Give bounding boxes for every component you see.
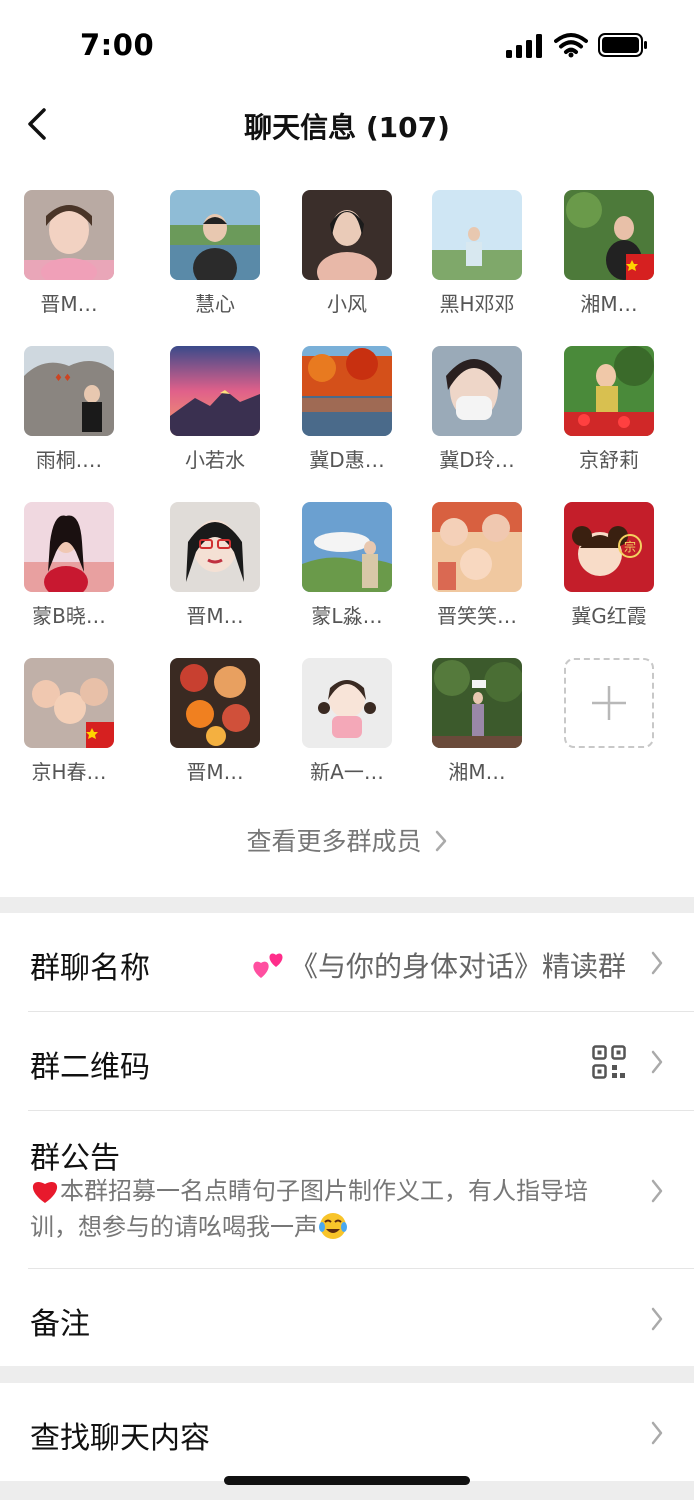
member-tile[interactable]: 蒙B晓…: [4, 502, 134, 642]
search-group: 查找聊天内容: [0, 1383, 694, 1481]
member-avatar[interactable]: [564, 190, 654, 280]
qr-code-icon: [592, 1045, 626, 1079]
member-avatar[interactable]: [302, 190, 392, 280]
member-avatar[interactable]: [24, 658, 114, 748]
group-name-row[interactable]: 群聊名称 《与你的身体对话》精读群: [0, 913, 694, 1012]
member-avatar[interactable]: [432, 502, 522, 592]
member-name: 黑H邓邓: [439, 292, 515, 316]
cellular-signal-icon: [506, 34, 542, 58]
add-member-tile[interactable]: [544, 658, 674, 798]
two-hearts-emoji-icon: [253, 953, 283, 978]
member-name: 蒙L淼…: [311, 604, 383, 628]
member-tile[interactable]: 小若水: [150, 346, 280, 486]
svg-text:宗: 宗: [624, 539, 636, 554]
member-avatar[interactable]: 宗: [564, 502, 654, 592]
member-name: 冀D玲…: [439, 448, 515, 472]
member-name: 小风: [327, 292, 367, 316]
member-name: 小若水: [185, 448, 245, 472]
plus-icon: [592, 686, 626, 720]
chevron-right-icon: [435, 830, 446, 852]
remark-label: 备注: [30, 1307, 90, 1342]
member-name: 新A一…: [310, 760, 384, 784]
member-avatar[interactable]: [564, 346, 654, 436]
add-member-button[interactable]: [564, 658, 654, 748]
member-avatar[interactable]: [170, 502, 260, 592]
member-name: 京H春…: [31, 760, 107, 784]
group-notice-label: 群公告: [30, 1141, 120, 1176]
member-tile[interactable]: 晋M…: [4, 190, 134, 330]
member-avatar[interactable]: [302, 502, 392, 592]
member-avatar[interactable]: [302, 346, 392, 436]
member-name: 冀D惠…: [309, 448, 385, 472]
wifi-icon: [554, 33, 588, 58]
chevron-right-icon: [651, 1307, 663, 1331]
member-tile[interactable]: 京舒莉: [544, 346, 674, 486]
member-avatar[interactable]: [170, 658, 260, 748]
group-name-label: 群聊名称: [30, 951, 150, 986]
group-notice-row[interactable]: 群公告 本群招募一名点睛句子图片制作义工，有人指导培训，想参与的请吆喝我一声: [0, 1111, 694, 1269]
chevron-right-icon: [651, 1179, 663, 1203]
group-name-value-wrap: 《与你的身体对话》精读群: [252, 945, 626, 985]
member-name: 晋M…: [186, 604, 244, 628]
member-tile[interactable]: 小风: [282, 190, 412, 330]
group-notice-text: 本群招募一名点睛句子图片制作义工，有人指导培训，想参与的请吆喝我一声: [30, 1177, 588, 1241]
member-avatar[interactable]: ♦♦: [24, 346, 114, 436]
member-name: 晋M…: [40, 292, 98, 316]
header-and-members-panel: 7:00 聊天信息 (107) 晋M… 慧心 小风 黑H邓邓 湘M… ♦♦ 雨桐…: [0, 0, 694, 897]
chevron-right-icon: [651, 951, 663, 975]
member-tile[interactable]: 晋M…: [150, 502, 280, 642]
member-name: 晋笑笑…: [437, 604, 517, 628]
member-tile[interactable]: 新A一…: [282, 658, 412, 798]
chevron-right-icon: [651, 1421, 663, 1445]
search-chat-label: 查找聊天内容: [30, 1421, 210, 1456]
member-tile[interactable]: 晋M…: [150, 658, 280, 798]
page-title: 聊天信息 (107): [244, 111, 450, 144]
qr-code-label: 群二维码: [30, 1050, 150, 1085]
status-bar: 7:00: [0, 0, 694, 90]
member-avatar[interactable]: [24, 502, 114, 592]
home-indicator[interactable]: [224, 1476, 470, 1485]
member-tile[interactable]: 蒙L淼…: [282, 502, 412, 642]
group-notice-text-wrap: 本群招募一名点睛句子图片制作义工，有人指导培训，想参与的请吆喝我一声: [30, 1173, 630, 1245]
member-tile[interactable]: 冀D玲…: [412, 346, 542, 486]
member-avatar[interactable]: [170, 346, 260, 436]
status-time: 7:00: [80, 28, 155, 62]
member-tile[interactable]: ♦♦ 雨桐.…: [4, 346, 134, 486]
group-name-value: 《与你的身体对话》精读群: [289, 950, 626, 983]
member-avatar[interactable]: [432, 658, 522, 748]
navigation-bar: 聊天信息 (107): [0, 90, 694, 160]
member-tile[interactable]: 京H春…: [4, 658, 134, 798]
member-name: 蒙B晓…: [32, 604, 106, 628]
view-more-members-link[interactable]: 查看更多群成员: [0, 822, 694, 858]
member-avatar[interactable]: [432, 346, 522, 436]
member-tile[interactable]: 湘M…: [544, 190, 674, 330]
remark-row[interactable]: 备注: [0, 1269, 694, 1366]
member-tile[interactable]: 慧心: [150, 190, 280, 330]
member-avatar[interactable]: [170, 190, 260, 280]
member-tile[interactable]: 宗 冀G红霞: [544, 502, 674, 642]
member-name: 湘M…: [580, 292, 638, 316]
settings-group: 群聊名称 《与你的身体对话》精读群 群二维码 群公告 本群招募一名点睛句子图片制…: [0, 913, 694, 1366]
chevron-right-icon: [651, 1050, 663, 1074]
tears-of-joy-emoji-icon: [319, 1213, 347, 1239]
member-name: 冀G红霞: [571, 604, 647, 628]
member-avatar[interactable]: [24, 190, 114, 280]
member-tile[interactable]: 黑H邓邓: [412, 190, 542, 330]
member-name: 湘M…: [448, 760, 506, 784]
view-more-label: 查看更多群成员: [246, 827, 422, 856]
member-name: 京舒莉: [579, 448, 639, 472]
member-avatar[interactable]: [432, 190, 522, 280]
member-tile[interactable]: 湘M…: [412, 658, 542, 798]
svg-text:♦♦: ♦♦: [54, 373, 72, 384]
member-name: 雨桐.…: [35, 448, 103, 472]
member-name: 慧心: [195, 292, 235, 316]
member-name: 晋M…: [186, 760, 244, 784]
search-chat-row[interactable]: 查找聊天内容: [0, 1383, 694, 1481]
red-heart-emoji-icon: [32, 1182, 58, 1203]
qr-code-row[interactable]: 群二维码: [0, 1012, 694, 1111]
member-avatar[interactable]: [302, 658, 392, 748]
battery-icon: [598, 33, 647, 57]
member-tile[interactable]: 冀D惠…: [282, 346, 412, 486]
member-tile[interactable]: 晋笑笑…: [412, 502, 542, 642]
